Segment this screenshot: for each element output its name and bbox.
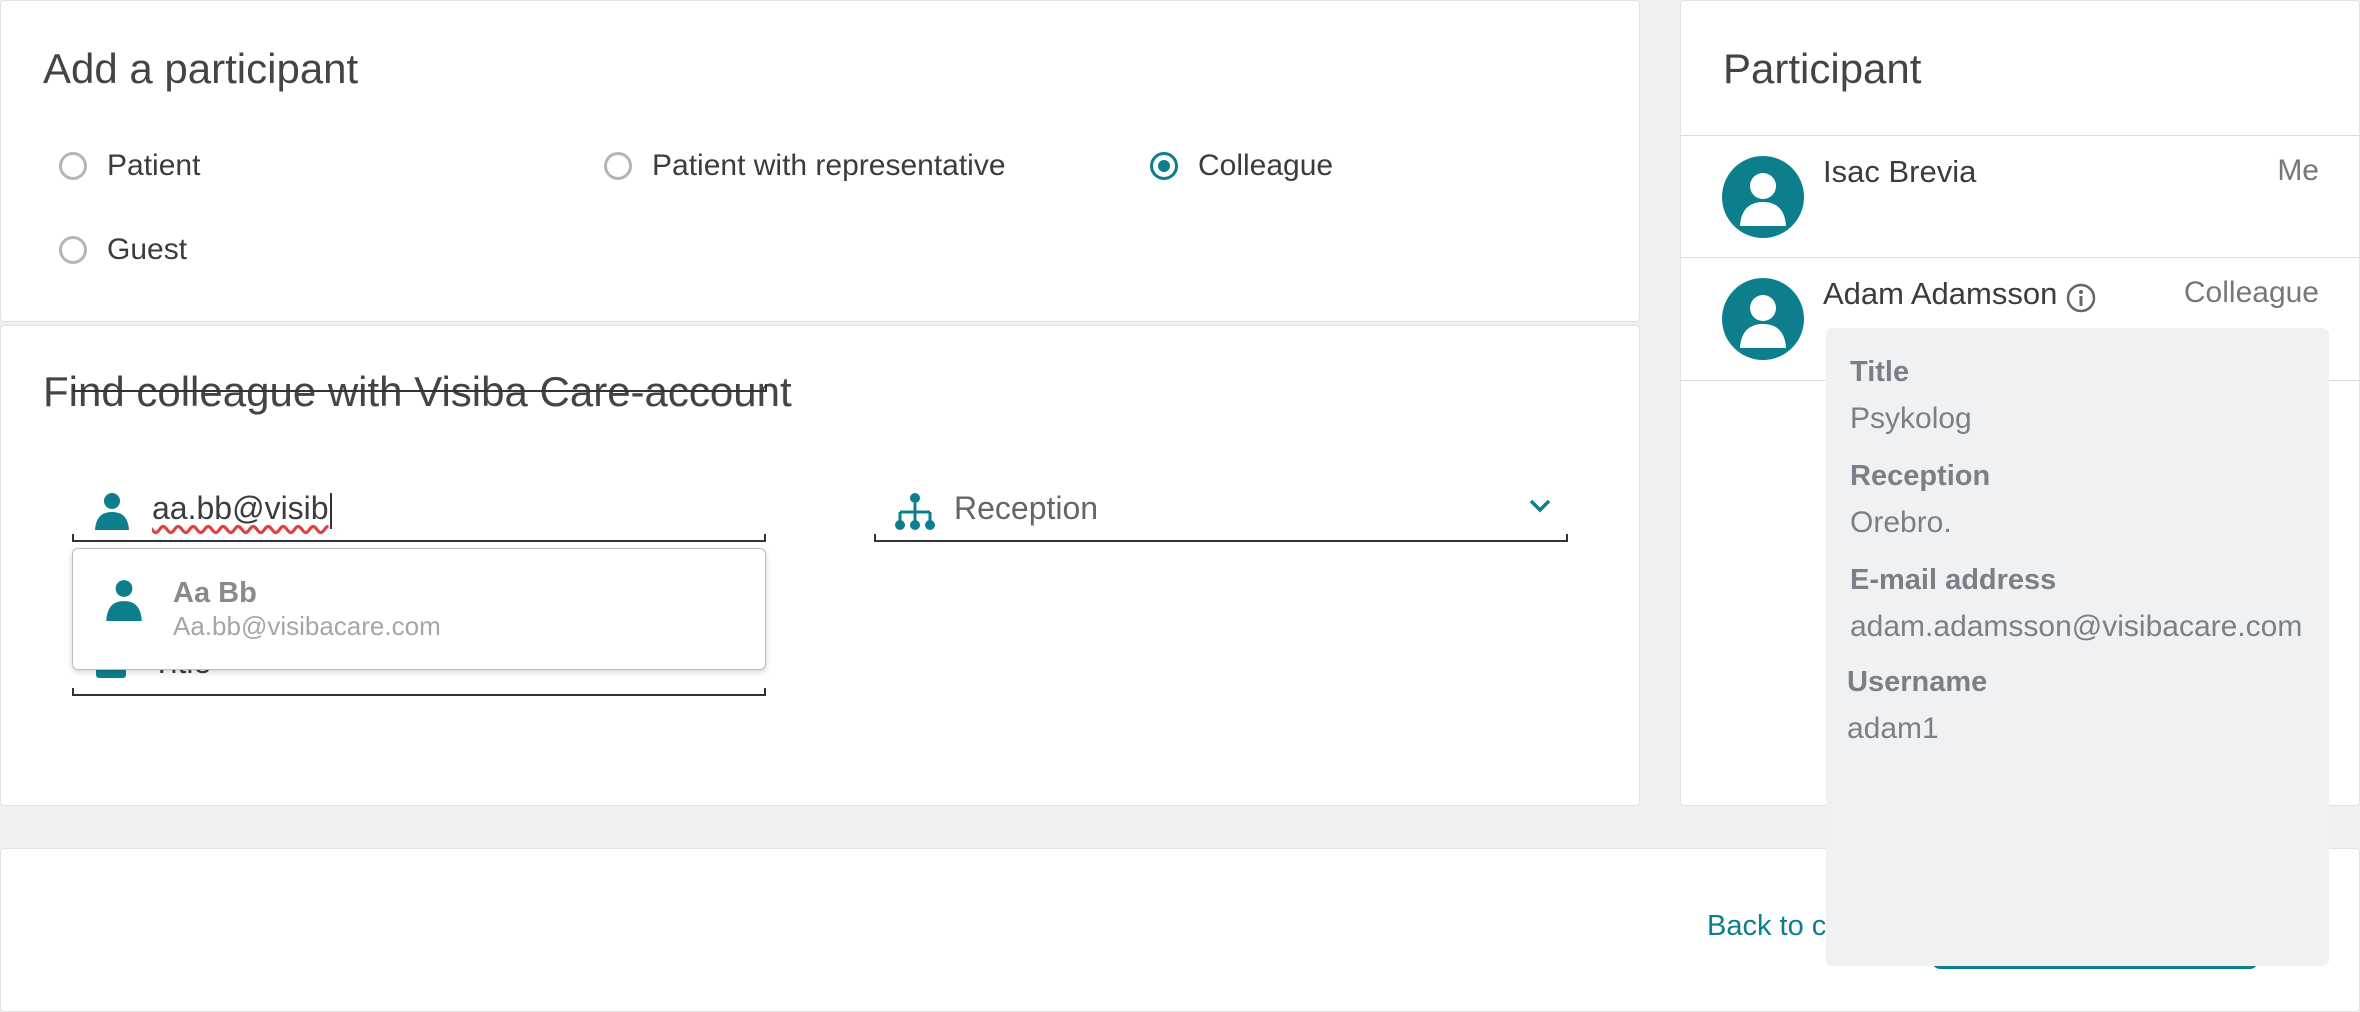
participant-name: Adam Adamsson [1823,276,2058,311]
participant-name: Isac Brevia [1823,154,1977,189]
person-icon [92,490,132,535]
radio-label: Patient with representative [652,149,1006,182]
chevron-down-icon [1528,498,1552,519]
radio-circle [59,152,87,180]
participant-role: Me [2277,154,2319,187]
radio-circle [604,152,632,180]
search-text: aa.bb@visib [152,490,329,526]
back-link[interactable]: Back to ca [1707,910,1827,943]
radio-patient[interactable]: Patient [59,149,200,183]
add-participant-title: Add a participant [43,45,359,92]
reception-placeholder: Reception [954,490,1099,526]
org-tree-icon [894,492,936,537]
suggestion-name: Aa Bb [173,577,257,609]
participant-row: Isac Brevia Me [1681,135,2359,258]
suggestion-dropdown: Aa Bb Aa.bb@visibacare.com [72,548,766,670]
text-caret [329,492,332,529]
tooltip-email-label: E-mail address [1850,564,2057,596]
avatar [1722,156,1804,238]
person-icon [103,577,145,626]
tooltip-reception-label: Reception [1850,460,1991,492]
radio-patient-with-representative[interactable]: Patient with representative [604,149,1006,183]
tooltip-reception-value: Orebro. [1850,506,1952,539]
suggestion-item[interactable]: Aa Bb Aa.bb@visibacare.com [73,549,765,669]
tooltip-title-value: Psykolog [1850,402,1972,435]
radio-label: Guest [107,233,188,266]
suggestion-email: Aa.bb@visibacare.com [173,611,441,641]
radio-label: Patient [107,149,201,182]
info-icon[interactable] [2065,282,2097,319]
tooltip-title-label: Title [1850,356,1910,388]
search-value: aa.bb@visib [152,490,332,529]
avatar [1722,278,1804,360]
participant-role: Colleague [2183,276,2319,309]
radio-circle [59,236,87,264]
tooltip-username-value: adam1 [1847,712,1939,745]
radio-circle [1150,152,1178,180]
participant-title: Participant [1723,45,1922,92]
radio-colleague[interactable]: Colleague [1150,149,1333,183]
add-participant-card: Add a participant Patient Patient with r… [0,0,1640,322]
radio-guest[interactable]: Guest [59,233,187,267]
reception-select[interactable]: Reception [874,476,1568,542]
participant-info-tooltip: Title Psykolog Reception Orebro. E-mail … [1826,328,2329,966]
radio-label: Colleague [1198,149,1334,182]
title-field[interactable] [73,326,767,392]
tooltip-email-value: adam.adamsson@visibacare.com [1850,610,2303,643]
tooltip-username-label: Username [1847,666,1988,698]
search-colleague-input[interactable]: aa.bb@visib [72,476,766,542]
